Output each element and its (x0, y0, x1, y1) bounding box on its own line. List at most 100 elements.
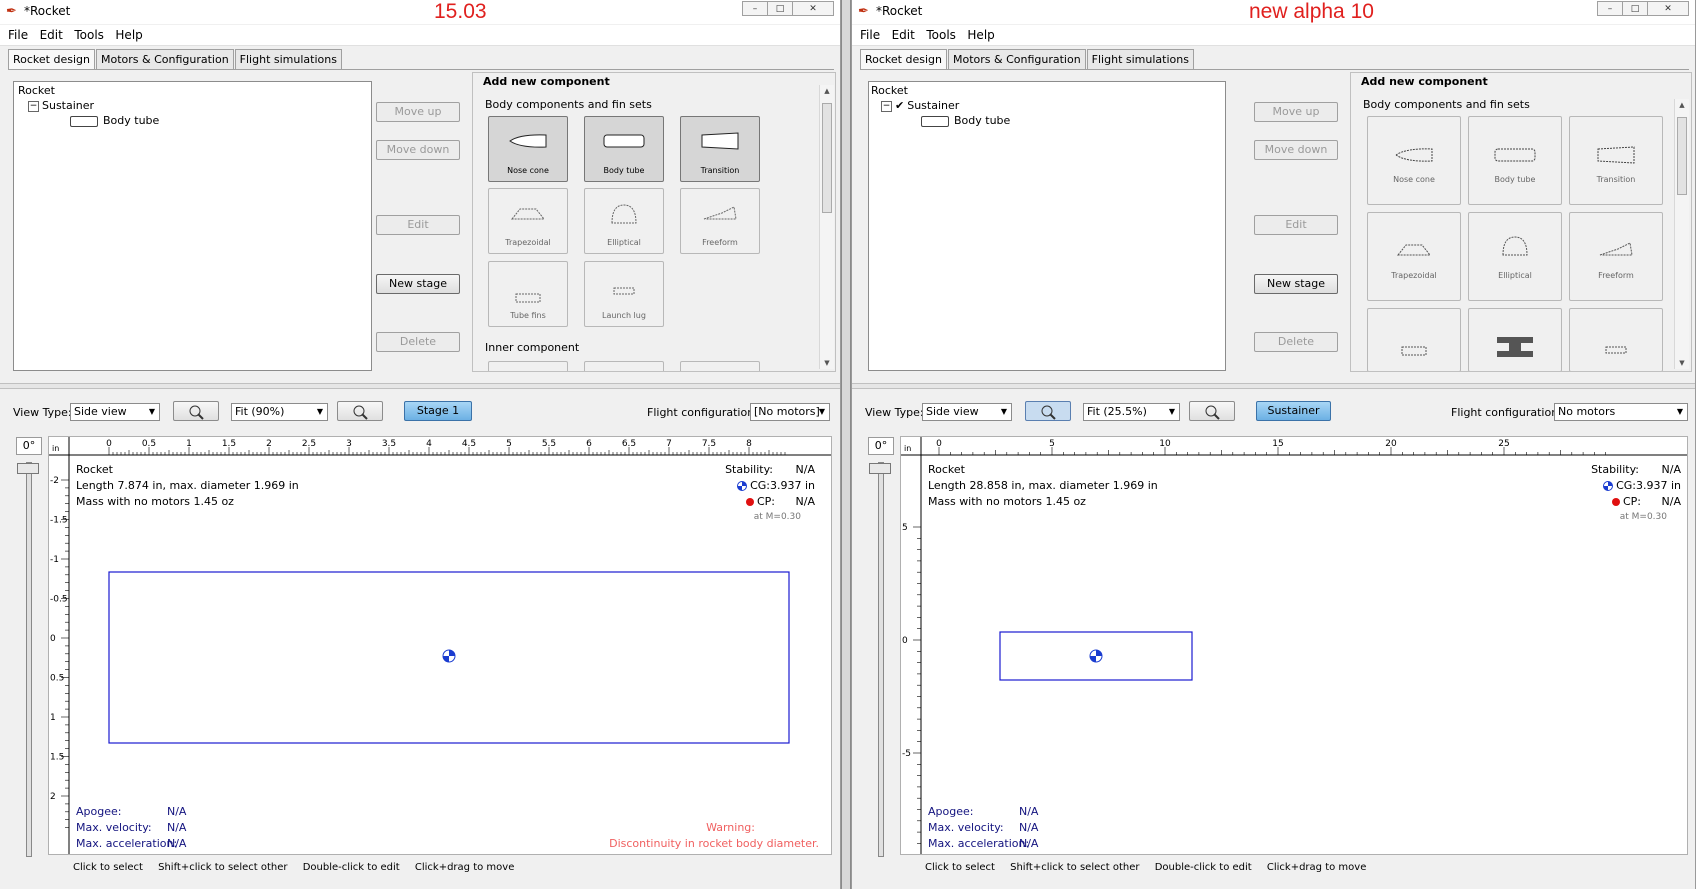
zoom-in-button[interactable] (1025, 401, 1071, 421)
scroll-down-icon[interactable]: ▼ (820, 359, 834, 367)
move-down-button[interactable]: Move down (376, 140, 460, 160)
rotation-slider-thumb[interactable] (17, 463, 39, 474)
view-type-select[interactable]: Side view ▼ (922, 403, 1012, 421)
tab-rocket-design[interactable]: Rocket design (8, 49, 95, 70)
maximize-icon[interactable]: □ (767, 1, 793, 16)
menu-edit[interactable]: Edit (40, 25, 63, 42)
rail-button-component[interactable] (1468, 308, 1562, 371)
launch-lug-button[interactable] (1569, 308, 1663, 371)
tree-rocket[interactable]: Rocket (18, 84, 55, 97)
tree-sustainer-label: Sustainer (907, 99, 960, 112)
component-tree[interactable]: Rocket − Sustainer Body tube (13, 81, 372, 371)
move-up-button[interactable]: Move up (376, 102, 460, 122)
tab-motors-configuration[interactable]: Motors & Configuration (95, 49, 234, 70)
launch-lug-label: Launch lug (602, 311, 646, 320)
body-tube-label: Body tube (1494, 175, 1536, 184)
title-bar: ✒ *Rocket new alpha 10 – □ ✕ (852, 0, 1695, 24)
accel-value: N/A (1019, 837, 1039, 850)
scroll-thumb[interactable] (1677, 117, 1687, 195)
scroll-up-icon[interactable]: ▲ (820, 87, 834, 95)
minimize-icon[interactable]: – (742, 1, 768, 16)
stage-button[interactable]: Stage 1 (404, 401, 472, 421)
tree-sustainer[interactable]: − ✔ Sustainer (881, 99, 959, 112)
tab-motors-configuration[interactable]: Motors & Configuration (947, 49, 1086, 70)
close-icon[interactable]: ✕ (792, 1, 834, 16)
transition-button[interactable]: Transition (1569, 116, 1663, 205)
tube-fins-button[interactable]: Tube fins (488, 261, 568, 327)
main-tabs: Rocket design Motors & Configuration Fli… (860, 49, 1195, 70)
zoom-fit-select[interactable]: Fit (25.5%) ▼ (1083, 403, 1180, 421)
minimize-icon[interactable]: – (1597, 1, 1623, 16)
nose-cone-button[interactable]: Nose cone (488, 116, 568, 182)
nose-cone-button[interactable]: Nose cone (1367, 116, 1461, 205)
tree-rocket[interactable]: Rocket (871, 84, 908, 97)
zoom-out-button[interactable] (337, 401, 383, 421)
menu-edit[interactable]: Edit (892, 25, 915, 42)
tab-flight-simulations[interactable]: Flight simulations (1086, 49, 1194, 70)
rotation-slider-thumb[interactable] (869, 463, 891, 474)
body-tube-button[interactable]: Body tube (1468, 116, 1562, 205)
scroll-up-icon[interactable]: ▲ (1675, 101, 1689, 109)
menu-tools[interactable]: Tools (74, 25, 104, 42)
freeform-fin-button[interactable]: Freeform (680, 188, 760, 254)
close-icon[interactable]: ✕ (1647, 1, 1689, 16)
menu-file[interactable]: File (8, 25, 28, 42)
tab-rocket-design[interactable]: Rocket design (860, 49, 947, 70)
transition-button[interactable]: Transition (680, 116, 760, 182)
body-tube-button[interactable]: Body tube (584, 116, 664, 182)
new-stage-button[interactable]: New stage (1254, 274, 1338, 294)
split-divider[interactable] (0, 383, 840, 389)
add-component-panel: Add new component Body components and fi… (1350, 72, 1692, 372)
rocket-figure[interactable]: in 0 5 10 15 20 25 5 0 -5 Rocket Length 28.858 in… (900, 436, 1688, 855)
inner-tile-2[interactable] (584, 361, 664, 371)
collapse-icon[interactable]: − (28, 100, 39, 112)
elliptical-fin-button[interactable]: Elliptical (584, 188, 664, 254)
accel-value: N/A (167, 837, 187, 850)
menu-help[interactable]: Help (967, 25, 994, 42)
flight-config-select[interactable]: [No motors] ▼ (750, 403, 830, 421)
zoom-in-button[interactable] (173, 401, 219, 421)
tree-sustainer[interactable]: − Sustainer (28, 99, 94, 112)
menu-tools[interactable]: Tools (926, 25, 956, 42)
stage-button[interactable]: Sustainer (1256, 401, 1331, 421)
menu-help[interactable]: Help (115, 25, 142, 42)
component-scrollbar[interactable]: ▲ ▼ (1674, 99, 1689, 369)
trapezoidal-fin-button[interactable]: Trapezoidal (1367, 212, 1461, 301)
tree-body-tube[interactable]: Body tube (921, 114, 1010, 127)
edit-button[interactable]: Edit (376, 215, 460, 235)
inner-tile-1[interactable] (488, 361, 568, 371)
elliptical-fin-button[interactable]: Elliptical (1468, 212, 1562, 301)
collapse-icon[interactable]: − (881, 100, 892, 112)
zoom-in-icon (189, 405, 204, 420)
edit-button[interactable]: Edit (1254, 215, 1338, 235)
component-scrollbar[interactable]: ▲ ▼ (819, 85, 834, 369)
warning-title: Warning: (706, 821, 755, 834)
flight-config-select[interactable]: No motors ▼ (1554, 403, 1688, 421)
menu-file[interactable]: File (860, 25, 880, 42)
maximize-icon[interactable]: □ (1622, 1, 1648, 16)
scroll-down-icon[interactable]: ▼ (1675, 359, 1689, 367)
launch-lug-button[interactable]: Launch lug (584, 261, 664, 327)
component-tree[interactable]: Rocket − ✔ Sustainer Body tube (868, 81, 1226, 371)
new-stage-button[interactable]: New stage (376, 274, 460, 294)
freeform-fin-button[interactable]: Freeform (1569, 212, 1663, 301)
rotation-slider[interactable] (26, 462, 32, 857)
inner-tile-3[interactable] (680, 361, 760, 371)
delete-button[interactable]: Delete (376, 332, 460, 352)
zoom-out-button[interactable] (1189, 401, 1235, 421)
split-divider[interactable] (852, 383, 1695, 389)
tree-body-tube[interactable]: Body tube (70, 114, 159, 127)
zoom-fit-select[interactable]: Fit (90%) ▼ (231, 403, 328, 421)
delete-button[interactable]: Delete (1254, 332, 1338, 352)
rocket-figure[interactable]: in 0 0.5 1 1.5 2 2.5 3 3.5 4 4.5 5 5.5 6 6.5 7 7.5 8 -2 -1.… (48, 436, 832, 855)
view-type-select[interactable]: Side view ▼ (70, 403, 160, 421)
scroll-thumb[interactable] (822, 103, 832, 213)
move-down-button[interactable]: Move down (1254, 140, 1338, 160)
rotation-slider[interactable] (878, 462, 884, 857)
freeform-label: Freeform (1598, 271, 1634, 280)
tube-fins-button[interactable] (1367, 308, 1461, 371)
trapezoidal-fin-button[interactable]: Trapezoidal (488, 188, 568, 254)
tab-flight-simulations[interactable]: Flight simulations (234, 49, 342, 70)
window-left: ✒ *Rocket 15.03 – □ ✕ File Edit Tools He… (0, 0, 841, 889)
move-up-button[interactable]: Move up (1254, 102, 1338, 122)
